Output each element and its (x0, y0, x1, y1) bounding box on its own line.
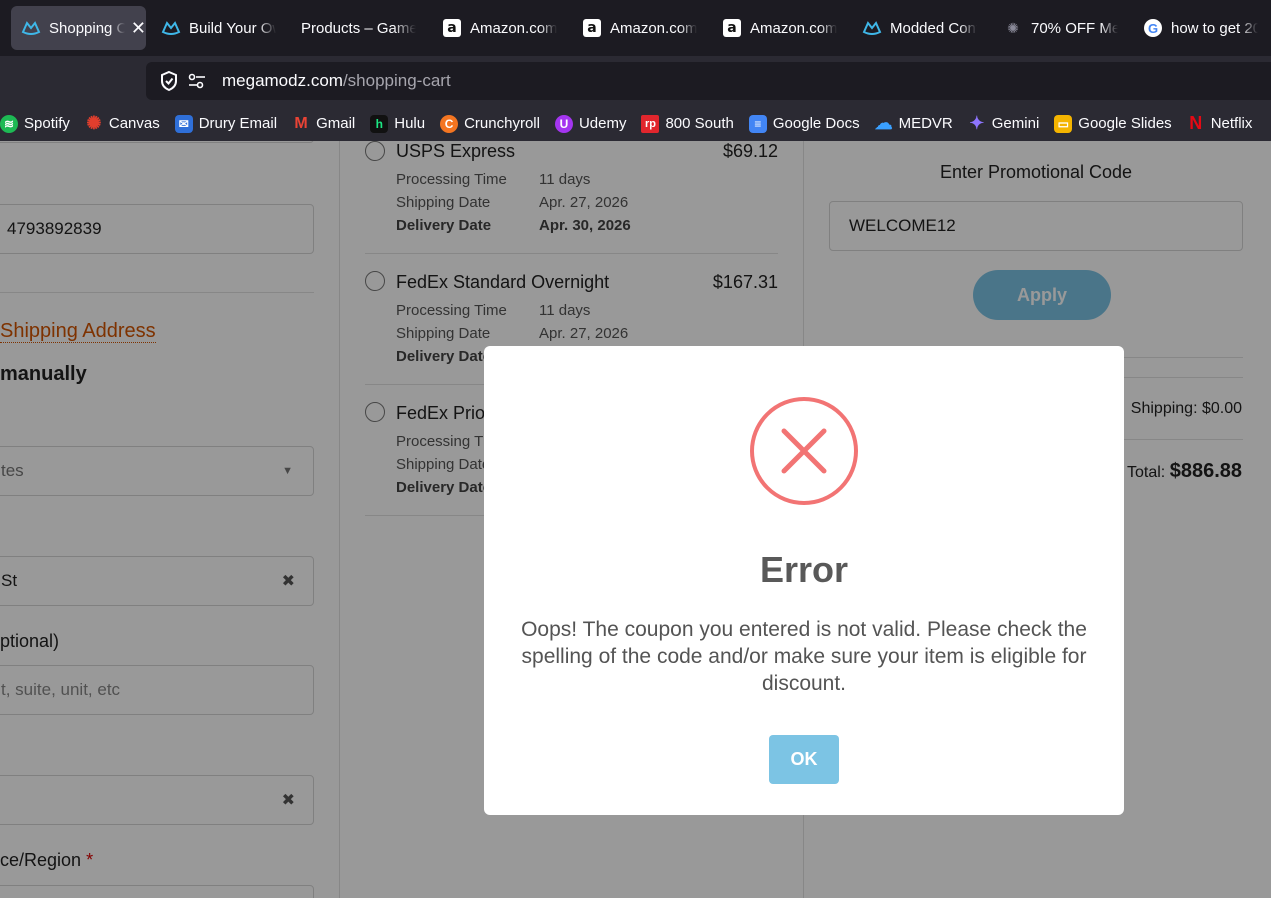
netflix-icon: N (1189, 113, 1203, 133)
drury-email-icon: ✉ (174, 114, 193, 133)
amazon-icon: a (442, 18, 462, 38)
tab-title: Amazon.com (610, 19, 697, 37)
spotify-icon: ≋ (0, 114, 18, 133)
bookmark-label: Canvas (108, 115, 160, 132)
bookmark-label: Gmail (316, 115, 356, 132)
bookmark-udemy[interactable]: U Udemy (554, 114, 627, 133)
nav-bar: megamodz.com/shopping-cart (0, 56, 1271, 106)
megamodz-logo-icon (161, 18, 181, 38)
bookmark-label: Hulu (394, 115, 426, 132)
tab-title: Amazon.com (470, 19, 557, 37)
megamodz-logo-icon (21, 18, 41, 38)
bookmark-label: Google Docs (772, 115, 860, 132)
tab-google-search[interactable]: G how to get 20 (1143, 6, 1258, 50)
close-tab-icon[interactable]: ✕ (131, 18, 146, 39)
bookmark-label: Netflix (1210, 115, 1253, 132)
bookmark-label: Gemini (991, 115, 1040, 132)
bookmark-spotify[interactable]: ≋ Spotify (0, 114, 70, 133)
tab-title: how to get 20 (1171, 19, 1258, 37)
bookmark-label: 800 South (665, 115, 734, 132)
bookmark-label: Drury Email (198, 115, 278, 132)
google-icon: G (1143, 18, 1163, 38)
bookmark-google-slides[interactable]: ▭ Google Slides (1054, 114, 1172, 133)
bookmark-label: Spotify (24, 115, 70, 132)
error-dialog: Error Oops! The coupon you entered is no… (484, 346, 1124, 815)
tab-title: Products – GameMods (301, 19, 416, 37)
amazon-icon: a (582, 18, 602, 38)
bookmark-hulu[interactable]: h Hulu (370, 114, 426, 133)
tab-bar: Shopping Cart ✕ Build Your Own Products … (0, 0, 1271, 56)
bookmark-label: Google Slides (1078, 115, 1172, 132)
bookmarks-bar: ≋ Spotify ✺ Canvas ✉ Drury Email M Gmail… (0, 106, 1271, 141)
tab-amazon-1[interactable]: a Amazon.com (442, 6, 557, 50)
bookmark-label: MEDVR (898, 115, 953, 132)
tab-shopping-cart[interactable]: Shopping Cart ✕ (11, 6, 146, 50)
tab-title: Modded Controllers (890, 19, 977, 37)
tab-title: 70% OFF Mega (1031, 19, 1118, 37)
url-text[interactable]: megamodz.com/shopping-cart (222, 71, 451, 91)
dialog-title: Error (759, 549, 849, 590)
bookmark-drury-email[interactable]: ✉ Drury Email (174, 114, 278, 133)
ok-label: OK (790, 749, 818, 769)
tab-amazon-2[interactable]: a Amazon.com (582, 6, 697, 50)
ok-button[interactable]: OK (769, 735, 839, 784)
tab-title: Amazon.com (750, 19, 837, 37)
tab-amazon-3[interactable]: a Amazon.com (722, 6, 837, 50)
tab-70-off[interactable]: ✺ 70% OFF Mega (1003, 6, 1118, 50)
tab-build-your-own[interactable]: Build Your Own (161, 6, 276, 50)
bookmark-label: Crunchyroll (464, 115, 540, 132)
bookmark-gemini[interactable]: ✦ Gemini (968, 113, 1040, 133)
canvas-icon: ✺ (86, 113, 102, 133)
url-domain: megamodz.com (222, 71, 343, 90)
crunchyroll-icon: C (440, 114, 459, 133)
gemini-icon: ✦ (969, 113, 985, 133)
url-path: /shopping-cart (342, 71, 451, 90)
megamodz-logo-icon (862, 18, 882, 38)
gmail-icon: M (294, 114, 308, 132)
bookmark-gmail[interactable]: M Gmail (292, 115, 355, 133)
bookmark-label: Udemy (578, 115, 627, 132)
tab-title: Build Your Own (189, 19, 276, 37)
bookmark-canvas[interactable]: ✺ Canvas (85, 113, 160, 133)
800-south-icon: rp (641, 114, 660, 133)
bookmark-netflix[interactable]: N Netflix (1187, 113, 1253, 133)
bookmark-google-docs[interactable]: ≡ Google Docs (748, 114, 860, 133)
address-bar[interactable]: megamodz.com/shopping-cart (146, 62, 1271, 100)
udemy-icon: U (554, 114, 573, 133)
bookmark-800-south[interactable]: rp 800 South (641, 114, 734, 133)
sparkle-icon: ✺ (1007, 19, 1019, 36)
google-docs-icon: ≡ (748, 114, 767, 133)
site-settings-icon[interactable] (186, 70, 208, 92)
hulu-icon: h (370, 114, 389, 133)
error-x-icon (749, 396, 859, 506)
shield-icon[interactable] (158, 70, 180, 92)
cloud-icon: ☁ (874, 113, 893, 133)
bookmark-crunchyroll[interactable]: C Crunchyroll (440, 114, 540, 133)
bookmark-medvr[interactable]: ☁ MEDVR (874, 113, 953, 133)
tab-products[interactable]: Products – GameMods (301, 6, 416, 50)
dialog-message: Oops! The coupon you entered is not vali… (521, 618, 1087, 695)
google-slides-icon: ▭ (1054, 114, 1073, 133)
amazon-icon: a (722, 18, 742, 38)
tab-title: Shopping Cart (49, 19, 125, 37)
tab-modded-controllers[interactable]: Modded Controllers (862, 6, 977, 50)
